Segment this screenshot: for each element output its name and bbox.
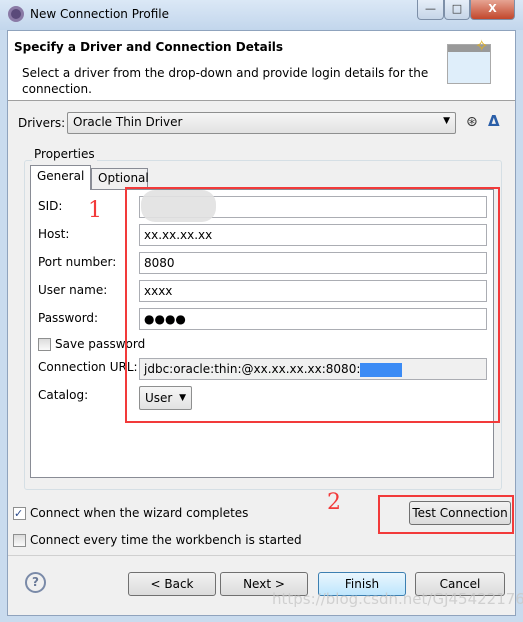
drivers-dropdown[interactable]: Oracle Thin Driver ▼ [67,112,456,134]
help-icon[interactable]: ? [25,572,46,593]
drivers-label: Drivers: [18,116,66,130]
connect-on-startup-label: Connect every time the workbench is star… [30,533,302,547]
new-driver-definition-icon[interactable]: ⊛ [466,114,478,130]
watermark: https://blog.csdn.net/GJ454221763 [272,590,523,608]
back-button[interactable]: < Back [128,572,216,596]
properties-label: Properties [32,147,97,161]
connect-on-finish-checkbox[interactable]: ✓ [13,507,26,520]
annotation-box-1 [125,187,500,423]
tab-general[interactable]: General [30,165,91,190]
sid-label: SID: [38,199,63,213]
app-icon [8,6,24,22]
catalog-label: Catalog: [38,388,89,402]
annotation-number-2: 2 [327,490,341,515]
chevron-down-icon: ▼ [443,116,450,126]
host-label: Host: [38,227,70,241]
page-title: Specify a Driver and Connection Details [14,40,284,54]
connect-on-finish-label: Connect when the wizard completes [30,506,249,520]
save-password-checkbox[interactable] [38,338,51,351]
url-label: Connection URL: [38,360,138,374]
edit-driver-icon[interactable]: Δ [488,112,500,130]
close-button[interactable]: X [470,0,515,20]
annotation-box-2 [378,495,514,534]
annotation-number-1: 1 [88,198,102,223]
username-label: User name: [38,283,108,297]
maximize-button[interactable]: □ [444,0,470,20]
window-title: New Connection Profile [30,7,170,21]
sparkle-icon: ✧ [475,36,489,55]
password-label: Password: [38,311,99,325]
drivers-value: Oracle Thin Driver [73,115,183,129]
connect-on-startup-checkbox[interactable] [13,534,26,547]
minimize-button[interactable]: — [417,0,444,20]
port-label: Port number: [38,255,117,269]
separator [8,555,515,556]
tab-optional[interactable]: Optional [91,168,149,189]
page-description: Select a driver from the drop-down and p… [22,66,429,96]
